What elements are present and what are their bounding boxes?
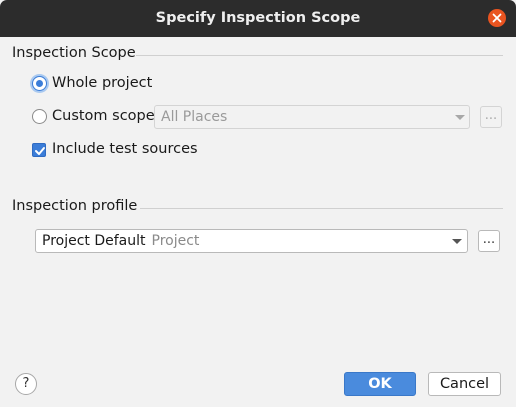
help-button[interactable]: ?	[15, 373, 37, 395]
include-test-sources-checkbox[interactable]	[32, 143, 46, 157]
close-icon	[492, 13, 502, 23]
profile-value: Project Default Project	[42, 230, 199, 252]
ok-button[interactable]: OK	[344, 372, 416, 396]
inspection-profile-heading: Inspection profile	[12, 198, 138, 214]
whole-project-radio[interactable]	[32, 76, 47, 91]
inspection-profile-dropdown[interactable]: Project Default Project	[35, 229, 468, 253]
profile-browse-button[interactable]: ...	[478, 230, 500, 252]
profile-name: Project Default	[42, 233, 146, 249]
custom-scope-radio[interactable]	[32, 109, 47, 124]
custom-scope-label[interactable]: Custom scope	[52, 108, 155, 124]
dialog-title: Specify Inspection Scope	[155, 10, 361, 26]
chevron-down-icon	[452, 239, 462, 244]
include-test-sources-label[interactable]: Include test sources	[52, 141, 198, 157]
close-button[interactable]	[488, 9, 506, 27]
custom-scope-value: All Places	[161, 109, 228, 125]
inspection-scope-heading: Inspection Scope	[12, 45, 136, 61]
custom-scope-browse-button[interactable]: ...	[480, 106, 502, 128]
check-icon	[35, 147, 45, 155]
section-divider	[136, 55, 503, 56]
inspection-scope-dialog: Specify Inspection Scope Inspection Scop…	[0, 0, 516, 407]
profile-type: Project	[151, 233, 200, 249]
title-bar: Specify Inspection Scope	[0, 0, 516, 37]
chevron-down-icon	[455, 115, 465, 120]
cancel-button[interactable]: Cancel	[428, 372, 501, 396]
section-divider	[140, 208, 503, 209]
help-icon: ?	[22, 376, 30, 391]
whole-project-label[interactable]: Whole project	[52, 75, 152, 91]
custom-scope-dropdown[interactable]: All Places	[154, 105, 470, 129]
